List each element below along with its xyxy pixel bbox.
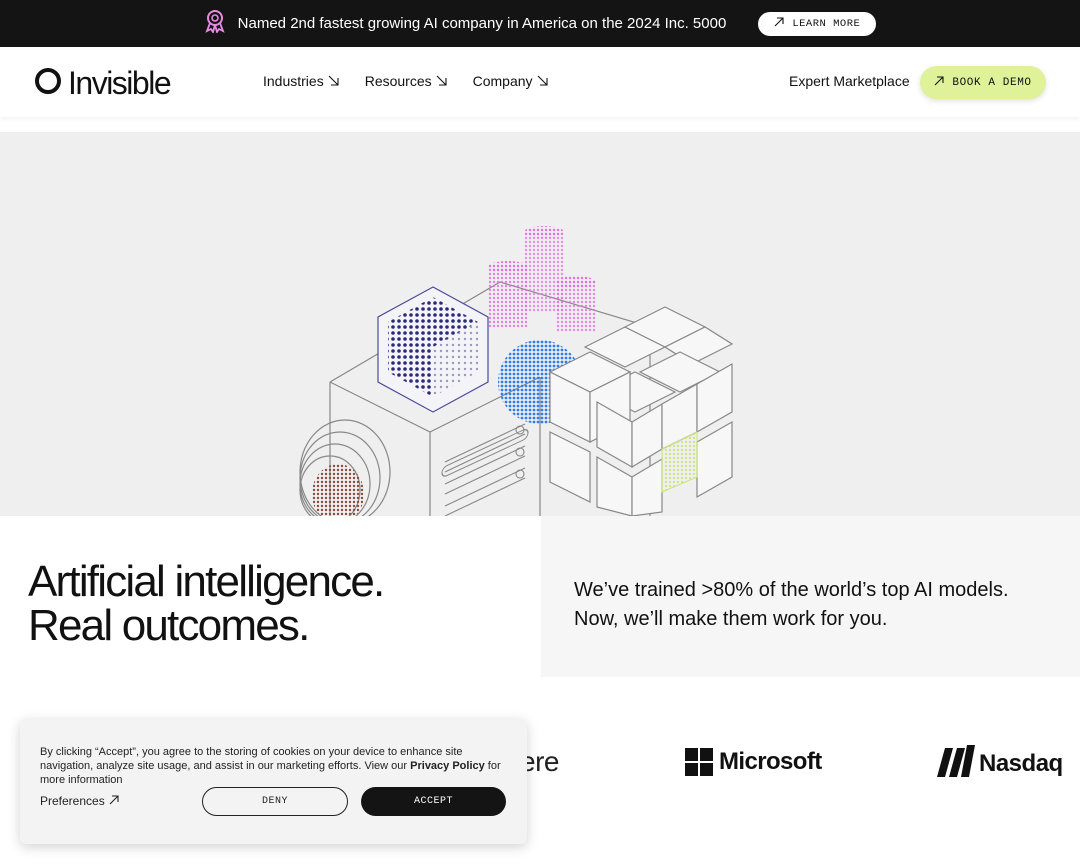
preferences-link[interactable]: Preferences (40, 794, 119, 808)
main-navigation: Invisible Industries Resources Company E… (0, 47, 1080, 117)
arrow-up-right-icon (774, 16, 784, 31)
cookie-text-main: By clicking “Accept”, you agree to the s… (40, 746, 463, 772)
nav-item-label: Industries (263, 73, 324, 89)
preferences-label: Preferences (40, 794, 105, 808)
microsoft-grid-icon (685, 748, 713, 776)
award-ribbon-icon (204, 9, 226, 38)
cookie-consent-dialog: By clicking “Accept”, you agree to the s… (20, 719, 527, 844)
arrow-down-right-icon (537, 73, 548, 89)
hero-headline: Artificial intelligence. Real outcomes. (28, 557, 385, 650)
accept-button[interactable]: ACCEPT (361, 787, 506, 816)
microsoft-logo: Microsoft (685, 748, 822, 776)
privacy-policy-link[interactable]: Privacy Policy (410, 760, 485, 772)
banner-text: Named 2nd fastest growing AI company in … (237, 15, 727, 32)
nav-item-label: Resources (364, 73, 432, 89)
deny-label: DENY (261, 796, 288, 807)
nav-item-resources[interactable]: Resources (365, 73, 447, 89)
isometric-machine-illustration (299, 226, 734, 516)
learn-more-button[interactable]: LEARN MORE (758, 11, 877, 36)
cookie-text: By clicking “Accept”, you agree to the s… (40, 745, 510, 787)
subtext-line-2: Now, we’ll make them work for you. (574, 608, 888, 630)
book-demo-label: BOOK A DEMO (952, 76, 1032, 89)
nav-menu: Industries Resources Company (263, 73, 548, 89)
nasdaq-text: Nasdaq (979, 749, 1063, 777)
learn-more-label: LEARN MORE (792, 17, 861, 30)
expert-marketplace-link[interactable]: Expert Marketplace (789, 73, 910, 89)
arrow-down-right-icon (328, 73, 339, 89)
hero-subtext: We’ve trained >80% of the world’s top AI… (574, 576, 1009, 634)
announcement-banner: Named 2nd fastest growing AI company in … (0, 0, 1080, 47)
nasdaq-mark-icon (935, 744, 975, 783)
microsoft-text: Microsoft (719, 748, 822, 775)
arrow-down-right-icon (436, 73, 447, 89)
logo-ring-icon (34, 67, 62, 100)
hero-illustration (0, 132, 1080, 516)
nav-item-label: Company (472, 73, 533, 89)
headline-line-2: Real outcomes. (28, 601, 310, 650)
banner-content: Named 2nd fastest growing AI company in … (204, 9, 877, 38)
nav-item-industries[interactable]: Industries (263, 73, 339, 89)
nav-item-company[interactable]: Company (473, 73, 548, 89)
accept-label: ACCEPT (413, 796, 453, 807)
arrow-up-right-icon (109, 794, 119, 808)
invisible-logo[interactable]: Invisible (34, 65, 172, 102)
logo-text: Invisible (68, 65, 172, 101)
subtext-line-1: We’ve trained >80% of the world’s top AI… (574, 579, 1009, 601)
arrow-up-right-icon (934, 75, 944, 90)
headline-line-1: Artificial intelligence. (28, 557, 385, 606)
deny-button[interactable]: DENY (202, 787, 348, 816)
book-demo-button[interactable]: BOOK A DEMO (920, 66, 1046, 99)
nasdaq-logo: Nasdaq (935, 744, 1063, 783)
